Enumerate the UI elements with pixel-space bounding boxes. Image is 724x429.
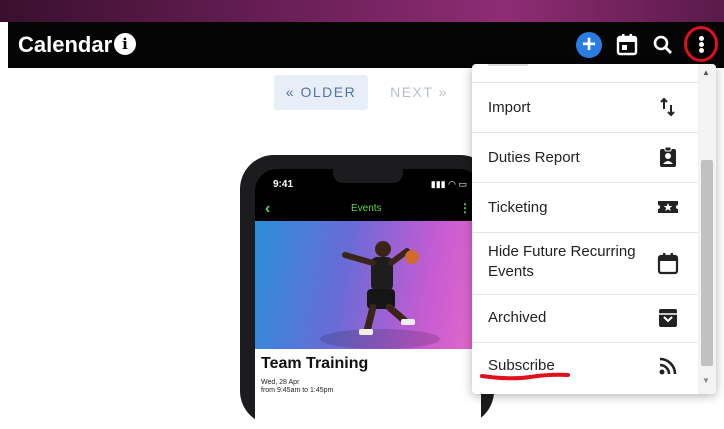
app-header: Calendar i + [8,22,724,68]
menu-item-label: Duties Report [488,149,580,166]
scroll-down-arrow-icon[interactable]: ▼ [702,376,710,385]
menu-scrollbar[interactable]: ▲ ▼ [698,64,716,394]
menu-item-partial[interactable] [472,64,698,83]
calendar-icon [656,251,680,275]
app-screen-title: Events [351,203,382,214]
phone-screen: 9:41 ▮▮▮ ◠ ▭ ‹ Events ⋮ Team Training We… [255,169,481,429]
event-photo [255,221,481,349]
subscribe-highlight-underline [480,372,570,381]
menu-item-subscribe[interactable]: Subscribe [472,342,698,394]
menu-item-label: Archived [488,309,547,326]
menu-item-archived[interactable]: Archived [472,294,698,343]
clipboard-person-icon [656,145,680,169]
status-time: 9:41 [273,179,294,190]
search-icon[interactable] [650,32,676,58]
older-button[interactable]: « OLDER [274,75,368,110]
more-options-menu: Import Duties Report Ticketing Hide Futu… [472,64,716,394]
menu-item-import[interactable]: Import [472,82,698,133]
archive-box-icon [656,306,680,330]
calendar-icon[interactable] [614,32,640,58]
back-chevron-icon: ‹ [265,200,271,217]
menu-item-label: Ticketing [488,199,548,216]
info-icon[interactable]: i [114,33,136,55]
more-options-button[interactable] [684,26,718,62]
more-vertical-icon: ⋮ [459,201,471,215]
event-card: Team Training Wed, 28 Apr from 9:45am to… [255,349,481,429]
ticket-star-icon [656,195,680,219]
event-name: Team Training [261,355,369,372]
event-time: from 9:45am to 1:45pm [261,387,334,394]
phone-mockup-image: 9:41 ▮▮▮ ◠ ▭ ‹ Events ⋮ Team Training We… [240,155,494,429]
menu-item-label: Import [488,99,531,116]
page-title: Calendar [18,32,113,57]
next-button: NEXT » [390,84,448,100]
menu-item-hide-future-recurring-events[interactable]: Hide Future Recurring Events [472,232,698,295]
menu-item-ticketing[interactable]: Ticketing [472,182,698,233]
event-date: Wed, 28 Apr [261,379,300,386]
import-export-arrows-icon [656,95,680,119]
rss-feed-icon [656,354,680,378]
menu-item-label: Hide Future Recurring Events [488,243,636,280]
status-icons: ▮▮▮ ◠ ▭ [430,179,467,189]
add-event-button[interactable]: + [576,32,602,58]
scroll-up-arrow-icon[interactable]: ▲ [702,68,710,77]
scroll-thumb[interactable] [701,160,713,366]
menu-item-duties-report[interactable]: Duties Report [472,132,698,183]
top-banner-strip [0,0,724,22]
more-vertical-icon [699,36,704,41]
